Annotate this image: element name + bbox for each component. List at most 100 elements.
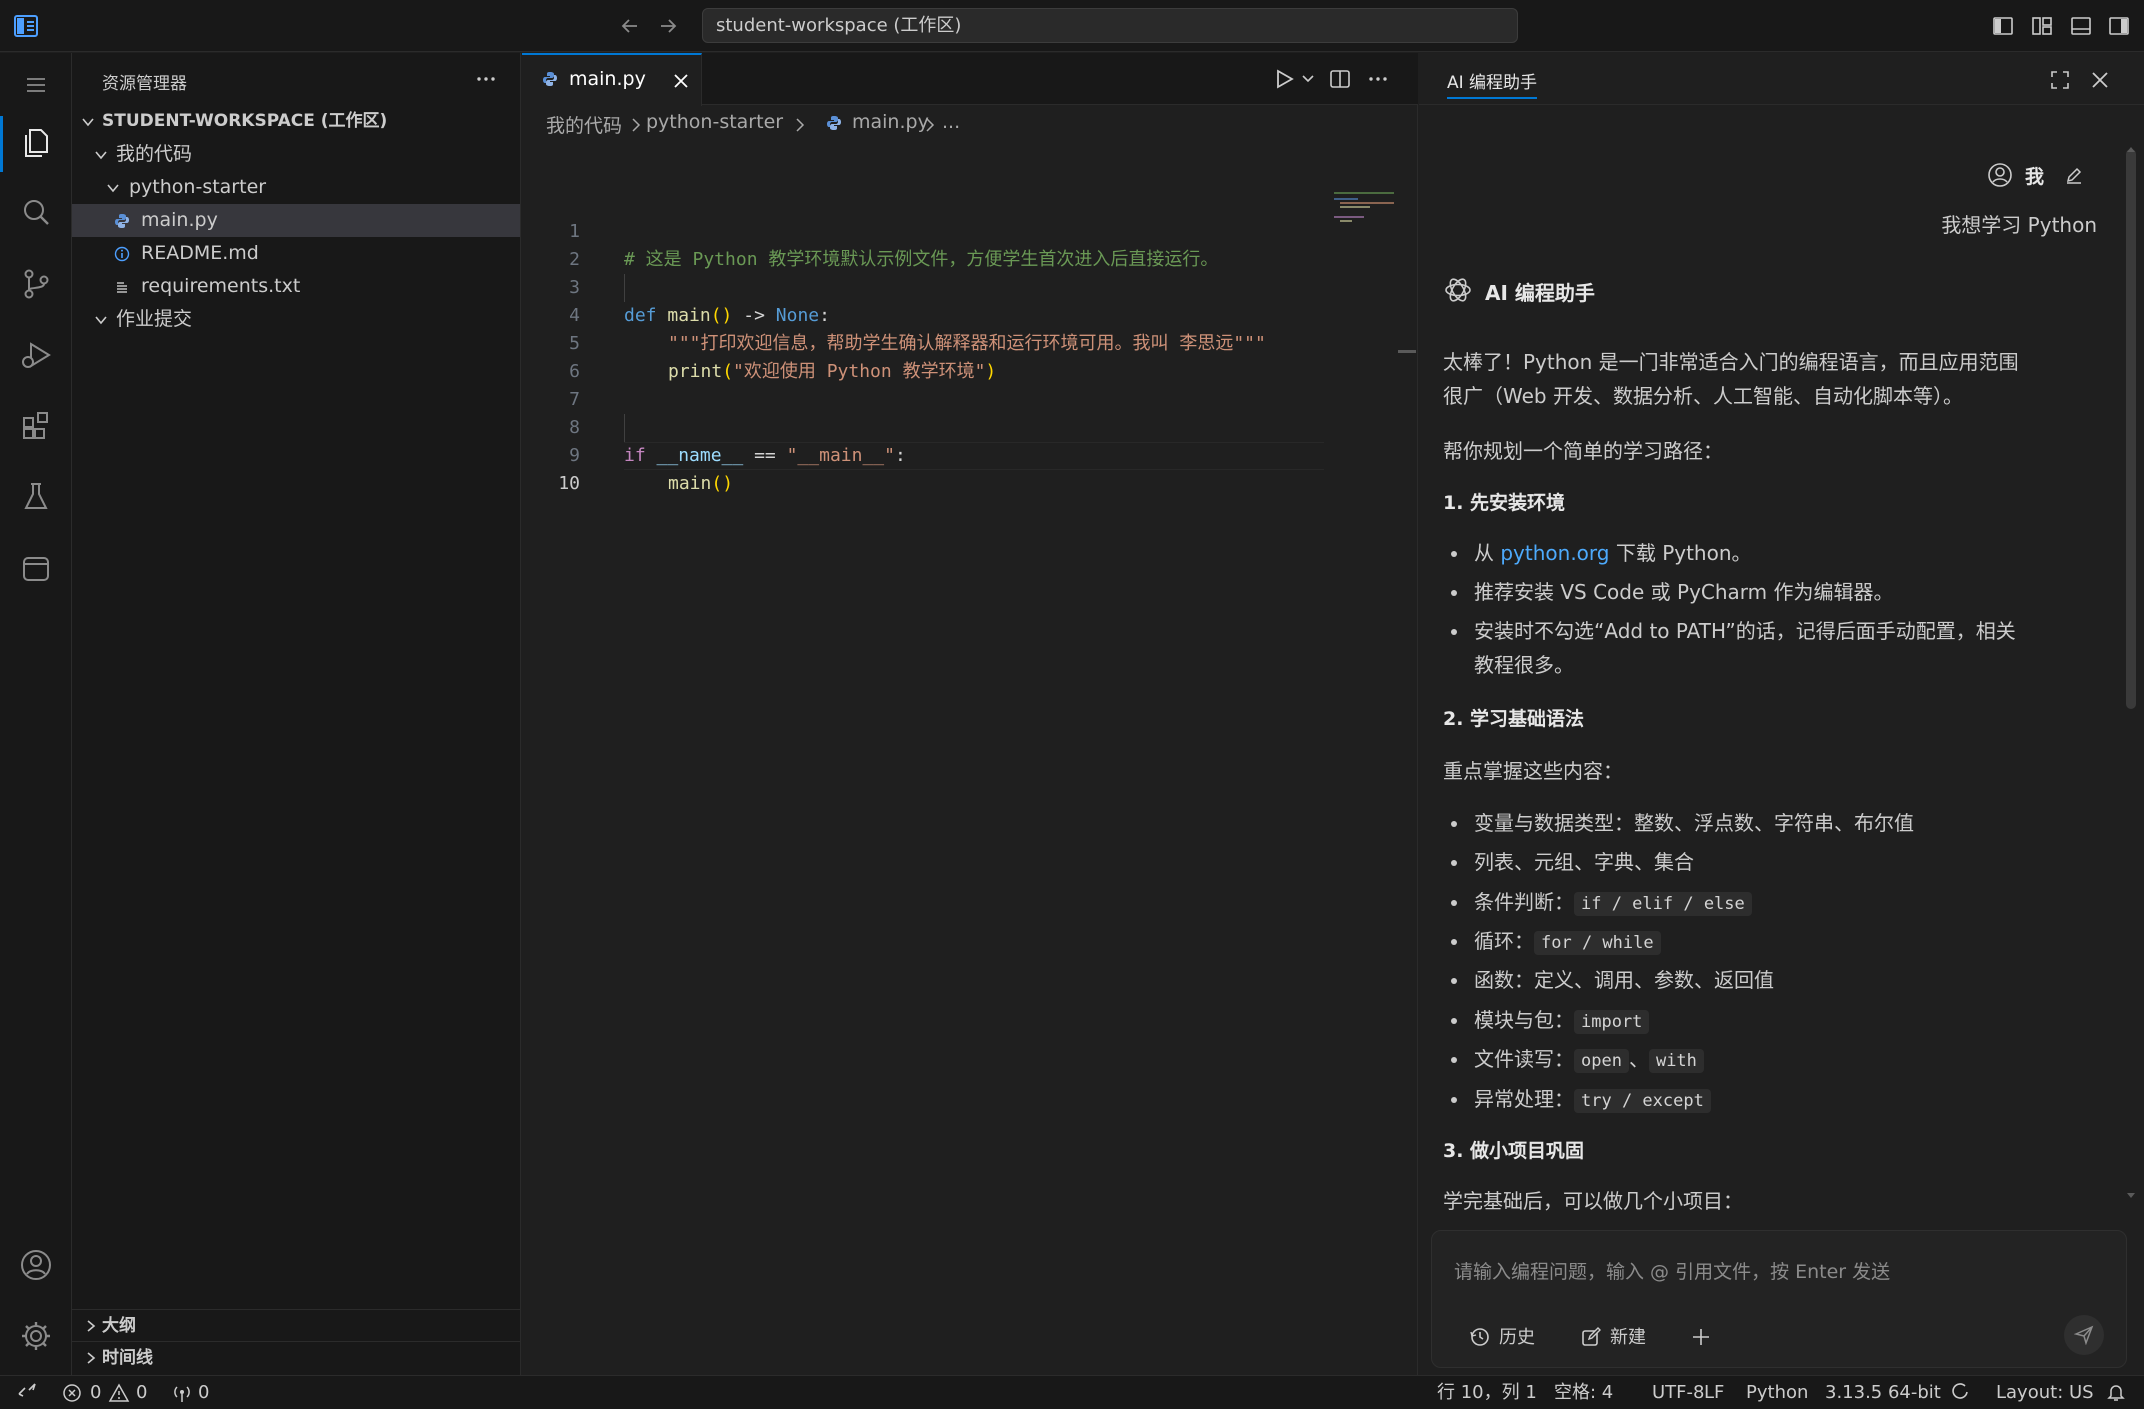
- account-icon[interactable]: [18, 1247, 54, 1283]
- new-chat-button[interactable]: 新建: [1580, 1323, 1660, 1351]
- folder-python-starter[interactable]: python-starter: [72, 171, 520, 204]
- run-debug-icon[interactable]: [18, 337, 54, 373]
- minimap[interactable]: [1332, 190, 1398, 230]
- keyboard-layout[interactable]: Layout: US: [1996, 1381, 2094, 1405]
- maximize-icon[interactable]: [2049, 69, 2071, 91]
- source-control-icon[interactable]: [18, 266, 54, 302]
- breadcrumb-item[interactable]: python-starter: [646, 111, 783, 133]
- remote-window-icon[interactable]: [18, 551, 54, 587]
- forward-arrow-icon[interactable]: [656, 14, 680, 38]
- error-icon: [63, 1384, 81, 1402]
- folder-label: 我的代码: [116, 143, 193, 165]
- close-icon[interactable]: [672, 72, 690, 90]
- section-heading: 1. 先安装环境: [1443, 492, 1566, 514]
- new-chat-icon: [1582, 1327, 1601, 1346]
- workspace-root[interactable]: STUDENT-WORKSPACE (工作区): [72, 105, 520, 138]
- title-bar: student-workspace (工作区): [0, 0, 2144, 52]
- paragraph: 很广（Web 开发、数据分析、人工智能、自动化脚本等）。: [1443, 384, 1963, 408]
- active-indicator: [0, 116, 3, 172]
- extensions-icon[interactable]: [18, 408, 54, 444]
- chat-panel-tab[interactable]: AI 编程助手: [1447, 68, 1538, 99]
- cursor-position[interactable]: 行 10，列 1: [1437, 1381, 1537, 1405]
- edit-message-icon[interactable]: [2064, 165, 2084, 185]
- notifications-bell-icon[interactable]: [2106, 1382, 2126, 1406]
- indentation[interactable]: 空格: 4: [1554, 1381, 1613, 1405]
- ports-indicator[interactable]: 0: [172, 1381, 222, 1405]
- python-org-link[interactable]: python.org: [1500, 541, 1609, 565]
- editor-area: main.py 我的代码 python-starter main.py ...: [522, 53, 1418, 1375]
- toggle-secondary-sidebar-icon[interactable]: [2107, 14, 2131, 38]
- loading-spinner-icon: [1950, 1382, 1970, 1406]
- outline-section[interactable]: 大纲: [72, 1309, 520, 1341]
- file-main-py[interactable]: main.py: [72, 204, 520, 237]
- inline-code: with: [1648, 1049, 1704, 1073]
- send-icon: [2074, 1325, 2094, 1345]
- customize-layout-icon[interactable]: [2030, 14, 2054, 38]
- user-avatar-icon: [1987, 162, 2013, 188]
- menu-icon[interactable]: [18, 67, 54, 103]
- send-button[interactable]: [2064, 1315, 2104, 1355]
- app-logo-icon: [14, 15, 38, 37]
- add-attachment-button[interactable]: [1690, 1323, 1714, 1351]
- python-file-icon: [826, 115, 842, 131]
- tab-main-py[interactable]: main.py: [522, 53, 702, 106]
- chat-input-box[interactable]: 请输入编程问题，输入 @ 引用文件，按 Enter 发送 历史 新建: [1431, 1230, 2127, 1368]
- code-line: 9 main(): [522, 414, 1402, 494]
- code-line: 10: [522, 442, 1402, 494]
- breadcrumb-item[interactable]: 我的代码: [546, 111, 622, 138]
- encoding[interactable]: UTF-8: [1652, 1381, 1704, 1405]
- chevron-down-icon: [80, 114, 96, 130]
- toggle-panel-icon[interactable]: [2069, 14, 2093, 38]
- language-mode[interactable]: Python: [1746, 1381, 1808, 1405]
- paragraph: 帮你规划一个简单的学习路径：: [1443, 439, 1723, 463]
- close-icon[interactable]: [2089, 69, 2111, 91]
- code-line: 7: [522, 358, 1402, 410]
- chevron-right-icon: [630, 118, 642, 132]
- end-of-line[interactable]: LF: [1704, 1381, 1724, 1405]
- code-text: main(): [668, 473, 734, 494]
- settings-gear-icon[interactable]: [18, 1318, 54, 1354]
- more-actions-icon[interactable]: [474, 67, 498, 91]
- timeline-section[interactable]: 时间线: [72, 1341, 520, 1373]
- run-python-icon[interactable]: [1274, 67, 1296, 91]
- toggle-primary-sidebar-icon[interactable]: [1991, 14, 2015, 38]
- remote-indicator-icon[interactable]: [16, 1381, 38, 1405]
- more-actions-icon[interactable]: [1366, 67, 1390, 91]
- text-file-icon: [114, 279, 130, 295]
- chat-input-placeholder[interactable]: 请输入编程问题，输入 @ 引用文件，按 Enter 发送: [1454, 1257, 1890, 1284]
- inline-code: open: [1574, 1049, 1629, 1073]
- inline-code: if / elif / else: [1574, 892, 1752, 916]
- ai-assistant-panel: AI 编程助手 我 我想学习 Python AI 编程助手 太棒了！Python…: [1419, 53, 2144, 1375]
- user-name: 我: [2025, 166, 2045, 188]
- history-button[interactable]: 历史: [1469, 1323, 1549, 1351]
- file-readme[interactable]: README.md: [72, 237, 520, 270]
- back-arrow-icon[interactable]: [618, 14, 642, 38]
- testing-flask-icon[interactable]: [18, 479, 54, 515]
- python-interpreter[interactable]: 3.13.5 64-bit: [1825, 1381, 1941, 1405]
- chat-scrollbar-thumb[interactable]: [2126, 149, 2136, 709]
- folder-my-code[interactable]: 我的代码: [72, 138, 520, 171]
- split-editor-icon[interactable]: [1328, 67, 1352, 91]
- chevron-right-icon: [84, 1351, 98, 1365]
- scroll-up-icon[interactable]: [2126, 145, 2136, 153]
- scroll-down-icon[interactable]: [2126, 1192, 2136, 1200]
- file-requirements[interactable]: requirements.txt: [72, 270, 520, 303]
- command-center-search[interactable]: student-workspace (工作区): [702, 8, 1518, 43]
- python-file-icon: [542, 71, 558, 87]
- breadcrumb-item[interactable]: ...: [942, 111, 960, 133]
- folder-homework[interactable]: 作业提交: [72, 303, 520, 336]
- overview-ruler-cursor: [1398, 350, 1416, 353]
- file-label: requirements.txt: [141, 275, 301, 297]
- problems-indicator[interactable]: 0 0: [62, 1381, 152, 1405]
- line-number: 10: [558, 473, 580, 494]
- search-icon[interactable]: [18, 195, 54, 231]
- status-bar: 0 0 0 行 10，列 1 空格: 4 UTF-8 LF Python 3.1…: [0, 1375, 2144, 1409]
- code-line: 4 """打印欢迎信息，帮助学生确认解释器和运行环境可用。我叫 李思远""": [522, 274, 1402, 354]
- broadcast-icon: [174, 1386, 190, 1402]
- timeline-label: 时间线: [102, 1348, 153, 1368]
- chevron-down-icon[interactable]: [1302, 74, 1314, 84]
- explorer-sidebar: 资源管理器 STUDENT-WORKSPACE (工作区) 我的代码 pytho…: [72, 53, 521, 1375]
- chevron-down-icon: [105, 180, 121, 196]
- explorer-files-icon[interactable]: [18, 125, 54, 161]
- breadcrumb-item[interactable]: main.py: [852, 111, 929, 133]
